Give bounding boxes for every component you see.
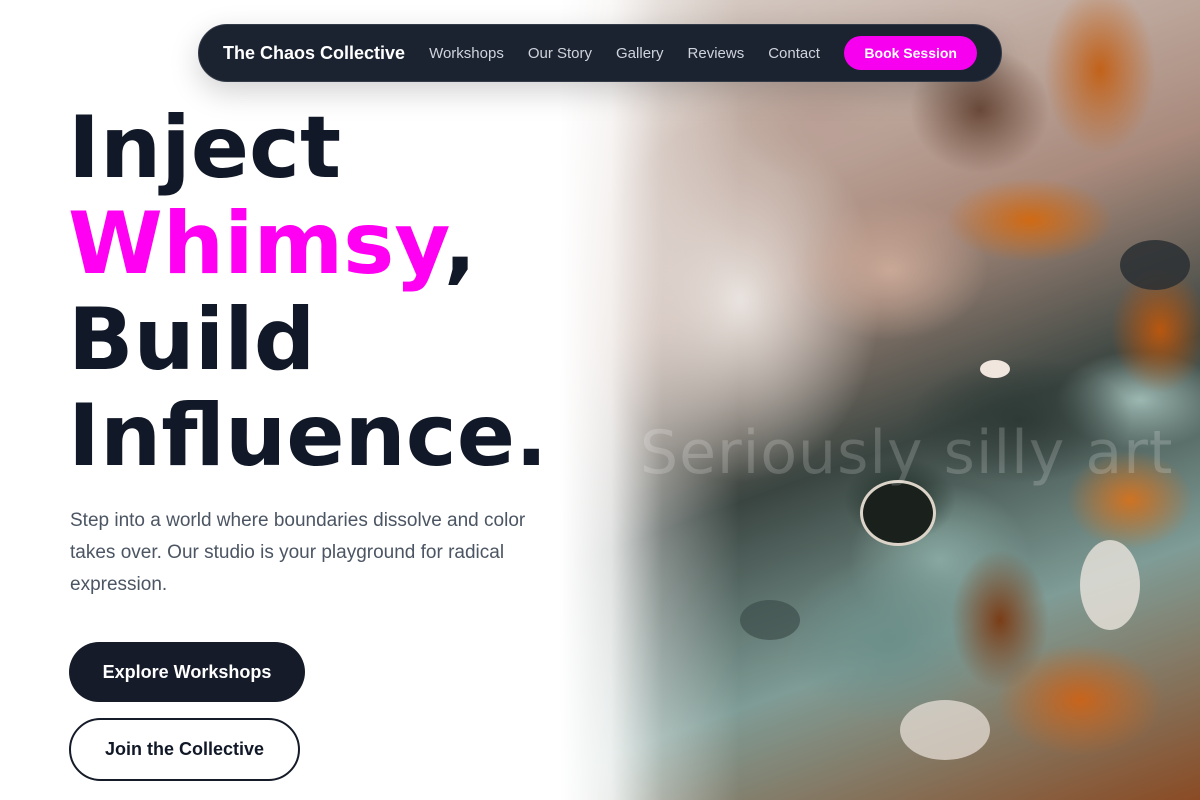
artwork-ghost-text: Seriously silly art	[640, 418, 1174, 488]
nav-link-contact[interactable]: Contact	[768, 45, 820, 62]
hero-title-comma: ,	[443, 194, 477, 294]
top-nav: The Chaos Collective Workshops Our Story…	[198, 24, 1002, 82]
hero-title-line4: Influence.	[68, 386, 548, 486]
hero-title-line1: Inject	[68, 98, 342, 198]
hero-title-line3: Build	[68, 290, 316, 390]
nav-link-reviews[interactable]: Reviews	[688, 45, 745, 62]
join-collective-button[interactable]: Join the Collective	[69, 718, 300, 781]
hero-subtitle: Step into a world where boundaries disso…	[70, 510, 526, 595]
book-session-button[interactable]: Book Session	[844, 36, 977, 70]
explore-workshops-button[interactable]: Explore Workshops	[69, 642, 305, 702]
brand-logo[interactable]: The Chaos Collective	[223, 43, 405, 64]
nav-link-our-story[interactable]: Our Story	[528, 45, 592, 62]
hero-title: Inject Whimsy, Build Influence.	[68, 100, 548, 484]
artwork-fade-overlay	[560, 0, 1200, 800]
nav-link-gallery[interactable]: Gallery	[616, 45, 664, 62]
nav-links: Workshops Our Story Gallery Reviews Cont…	[429, 45, 844, 62]
hero-title-accent: Whimsy	[68, 194, 444, 294]
nav-link-workshops[interactable]: Workshops	[429, 45, 504, 62]
